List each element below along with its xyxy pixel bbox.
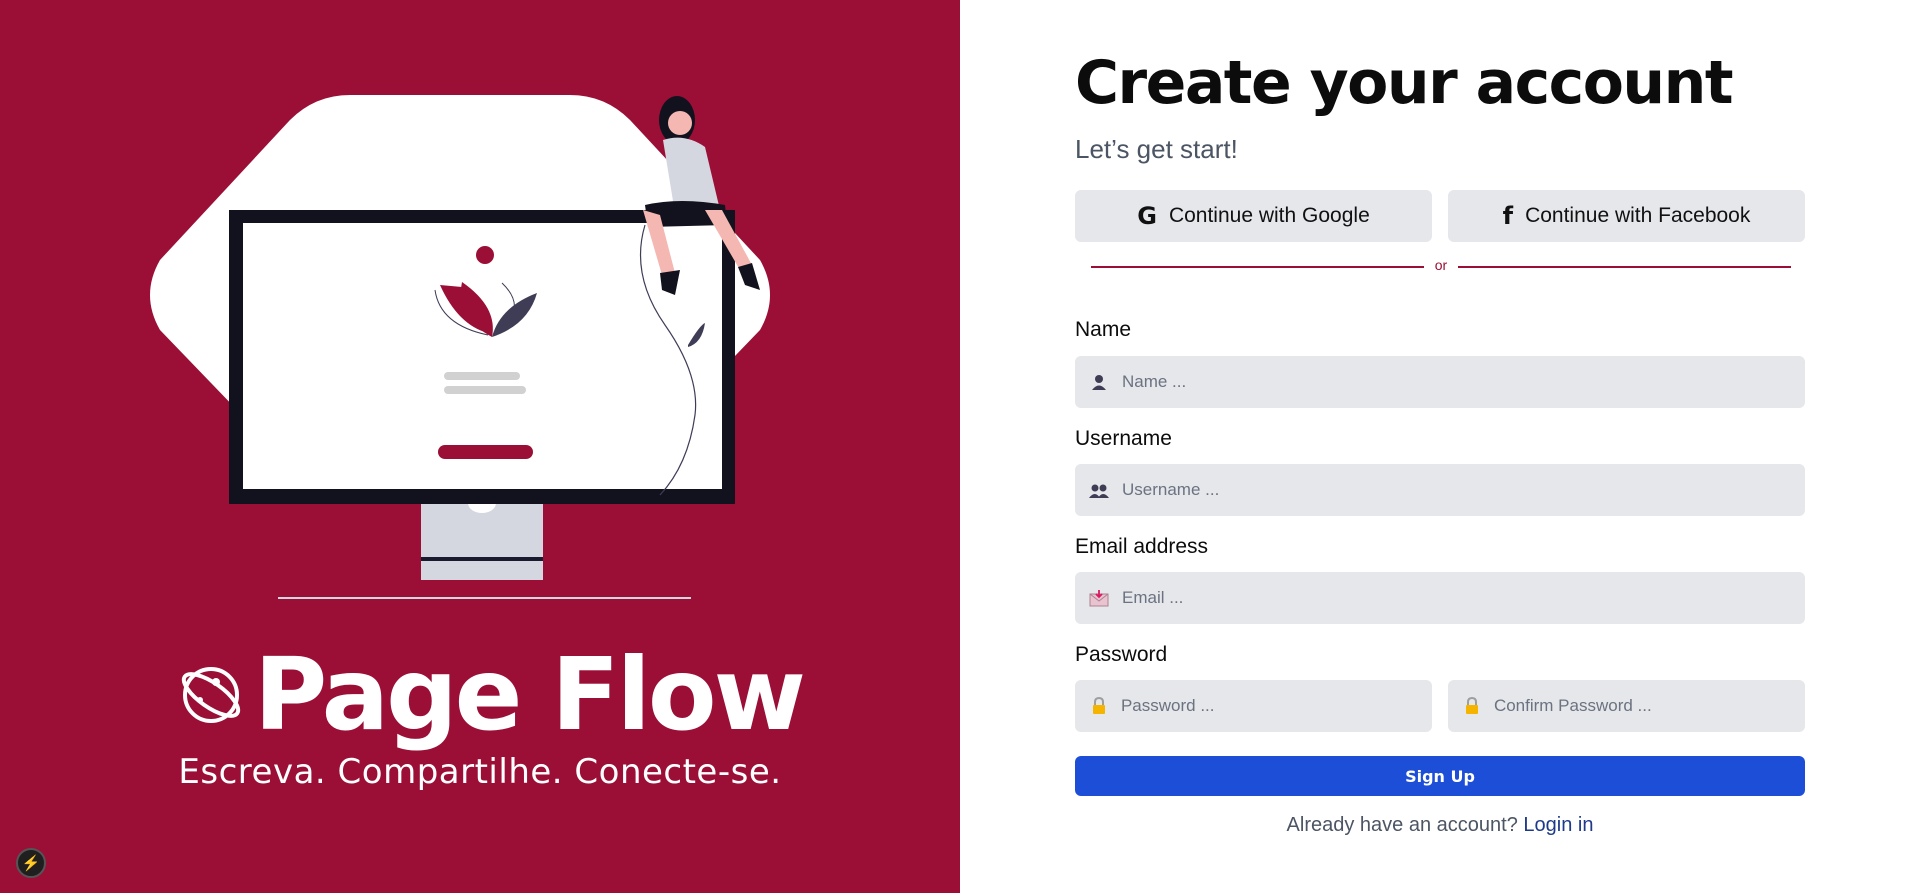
lock-icon bbox=[1089, 695, 1109, 717]
divider-line-right bbox=[1458, 266, 1791, 268]
name-field[interactable] bbox=[1075, 356, 1805, 408]
login-prompt-text: Already have an account? bbox=[1286, 814, 1518, 836]
lock-icon bbox=[1462, 695, 1482, 717]
lightning-bolt-icon[interactable]: ⚡ bbox=[16, 848, 46, 878]
continue-with-facebook-button[interactable]: f Continue with Facebook bbox=[1448, 190, 1805, 242]
envelope-icon bbox=[1089, 587, 1110, 609]
name-label: Name bbox=[1075, 318, 1132, 341]
brand-name: Page Flow bbox=[254, 636, 806, 753]
page-subtitle: Let’s get start! bbox=[1075, 134, 1238, 164]
computer-with-woman-illustration bbox=[150, 95, 770, 599]
continue-with-google-button[interactable]: G Continue with Google bbox=[1075, 190, 1432, 242]
brand: Page Flow bbox=[178, 636, 806, 753]
username-input[interactable] bbox=[1121, 480, 1805, 500]
email-field[interactable] bbox=[1075, 572, 1805, 624]
google-icon: G bbox=[1137, 202, 1157, 230]
planet-logo-icon bbox=[181, 667, 241, 723]
hero-panel: Page Flow Escreva. Compartilhe. Conecte-… bbox=[0, 0, 960, 893]
facebook-icon: f bbox=[1502, 202, 1514, 230]
confirm-password-field[interactable] bbox=[1448, 680, 1805, 732]
password-field[interactable] bbox=[1075, 680, 1432, 732]
password-label: Password bbox=[1075, 643, 1168, 666]
username-label: Username bbox=[1075, 427, 1172, 450]
confirm-password-input[interactable] bbox=[1493, 696, 1805, 716]
login-link[interactable]: Login in bbox=[1523, 814, 1593, 836]
facebook-button-label: Continue with Facebook bbox=[1525, 204, 1751, 227]
signup-form: Create your account Let’s get start! G C… bbox=[1075, 0, 1805, 893]
person-icon bbox=[1089, 371, 1110, 393]
people-icon bbox=[1089, 479, 1110, 501]
google-button-label: Continue with Google bbox=[1168, 204, 1370, 227]
login-prompt: Already have an account? Login in bbox=[1075, 814, 1805, 837]
username-field[interactable] bbox=[1075, 464, 1805, 516]
or-divider: or bbox=[1091, 257, 1791, 275]
password-input[interactable] bbox=[1120, 696, 1432, 716]
page-title: Create your account bbox=[1075, 48, 1734, 118]
sign-up-button[interactable]: Sign Up bbox=[1075, 756, 1805, 796]
divider-text: or bbox=[1434, 257, 1448, 273]
tagline: Escreva. Compartilhe. Conecte-se. bbox=[178, 752, 782, 792]
email-input[interactable] bbox=[1121, 588, 1805, 608]
name-input[interactable] bbox=[1121, 372, 1805, 392]
email-label: Email address bbox=[1075, 535, 1209, 558]
